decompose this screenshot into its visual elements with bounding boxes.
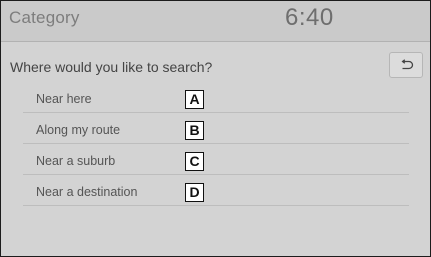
option-near-a-suburb[interactable]: Near a suburb C (23, 150, 409, 175)
option-label: Along my route (36, 123, 121, 137)
row-divider (23, 143, 409, 144)
option-near-here[interactable]: Near here A (23, 88, 409, 113)
navigation-screen: Category 6:40 Where would you like to se… (0, 0, 431, 257)
callout-label: B (185, 121, 204, 140)
option-label: Near a suburb (36, 154, 116, 168)
callout-label: D (185, 183, 204, 202)
clock: 6:40 (285, 4, 334, 31)
header-divider (1, 41, 430, 42)
option-along-my-route[interactable]: Along my route B (23, 119, 409, 144)
row-divider (23, 205, 409, 206)
callout-label: A (185, 90, 204, 109)
option-near-a-destination[interactable]: Near a destination D (23, 181, 409, 206)
row-divider (23, 112, 409, 113)
option-label: Near here (36, 92, 92, 106)
screen-title: Category (9, 8, 80, 27)
search-prompt: Where would you like to search? (10, 59, 213, 75)
row-divider (23, 174, 409, 175)
header-bar: Category 6:40 (1, 1, 430, 41)
option-label: Near a destination (36, 185, 138, 199)
back-button[interactable] (389, 52, 423, 78)
callout-label: C (185, 152, 204, 171)
back-arrow-icon (401, 59, 414, 70)
